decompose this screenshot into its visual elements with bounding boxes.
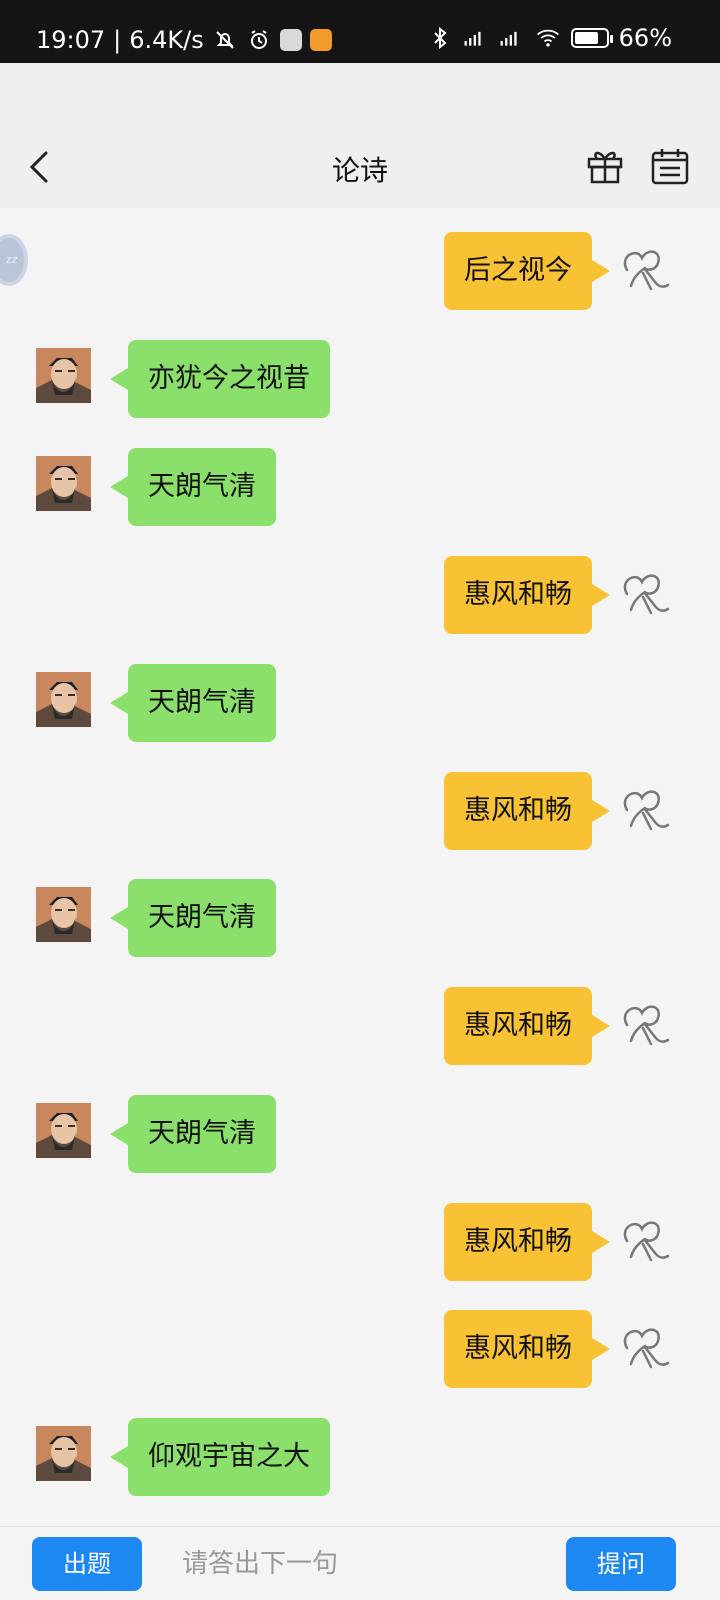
message-row: 惠风和畅 xyxy=(0,556,720,646)
message-bubble[interactable]: 惠风和畅 xyxy=(444,772,610,850)
status-right: 66% xyxy=(427,24,672,52)
message-row: 惠风和畅 xyxy=(0,1310,720,1400)
answer-input[interactable] xyxy=(162,1537,554,1591)
user-avatar-icon[interactable] xyxy=(618,564,672,622)
network-speed: 6.4K/s xyxy=(129,26,204,54)
message-bubble[interactable]: 惠风和畅 xyxy=(444,1203,610,1281)
user-avatar-icon[interactable] xyxy=(618,1318,672,1376)
calendar-icon[interactable] xyxy=(650,147,690,187)
chat-list: 后之视今 亦犹今之视昔 天朗气清 惠风和畅 天朗气清 惠风和畅 天朗气清 惠风和畅 天朗气清 惠风… xyxy=(0,208,720,1526)
user-avatar-icon[interactable] xyxy=(618,1211,672,1269)
poet-avatar[interactable] xyxy=(36,1103,91,1158)
signal-hd-icon-2 xyxy=(499,25,525,51)
message-row: 后之视今 xyxy=(0,232,720,322)
message-row: 惠风和畅 xyxy=(0,987,720,1077)
mute-bell-icon xyxy=(212,27,238,53)
message-bubble[interactable]: 天朗气清 xyxy=(110,664,276,742)
message-row: 亦犹今之视昔 xyxy=(0,340,720,430)
header: 论诗 xyxy=(0,63,720,208)
message-bubble[interactable]: 天朗气清 xyxy=(110,448,276,526)
battery-percent: 66% xyxy=(618,24,672,52)
app-badge-icon xyxy=(279,29,302,51)
battery-icon xyxy=(570,28,613,48)
message-bubble[interactable]: 仰观宇宙之大 xyxy=(110,1418,330,1496)
status-separator: | xyxy=(113,26,122,54)
message-bubble[interactable]: 后之视今 xyxy=(444,232,610,310)
poet-avatar[interactable] xyxy=(36,672,91,727)
status-time: 19:07 xyxy=(36,26,106,54)
poet-avatar[interactable] xyxy=(36,1426,91,1481)
message-row: 惠风和畅 xyxy=(0,1203,720,1293)
user-avatar-icon[interactable] xyxy=(618,780,672,838)
gift-icon[interactable] xyxy=(586,147,624,185)
message-bubble[interactable]: 天朗气清 xyxy=(110,1095,276,1173)
bluetooth-icon xyxy=(427,25,453,51)
message-row: 天朗气清 xyxy=(0,1095,720,1185)
message-row: 天朗气清 xyxy=(0,448,720,538)
message-bubble[interactable]: 惠风和畅 xyxy=(444,1310,610,1388)
message-bubble[interactable]: 天朗气清 xyxy=(110,879,276,957)
ask-button[interactable]: 提问 xyxy=(566,1537,676,1591)
status-bar: 19:07 | 6.4K/s 66% xyxy=(0,0,720,63)
poet-avatar[interactable] xyxy=(36,348,91,403)
message-bubble[interactable]: 惠风和畅 xyxy=(444,987,610,1065)
message-row: 惠风和畅 xyxy=(0,772,720,862)
message-row: 天朗气清 xyxy=(0,879,720,969)
alarm-icon xyxy=(246,27,272,53)
status-left: 19:07 | 6.4K/s xyxy=(36,26,332,54)
wifi-icon xyxy=(535,25,561,51)
signal-hd-icon xyxy=(463,25,489,51)
message-row: 仰观宇宙之大 xyxy=(0,1418,720,1508)
app-badge-orange-icon xyxy=(309,29,332,51)
user-avatar-icon[interactable] xyxy=(618,995,672,1053)
message-row: 天朗气清 xyxy=(0,664,720,754)
message-bubble[interactable]: 惠风和畅 xyxy=(444,556,610,634)
poet-avatar[interactable] xyxy=(36,456,91,511)
bottom-bar: 出题 提问 xyxy=(0,1526,720,1600)
poet-avatar[interactable] xyxy=(36,887,91,942)
question-button[interactable]: 出题 xyxy=(32,1537,142,1591)
battery-fill xyxy=(574,32,598,44)
message-bubble[interactable]: 亦犹今之视昔 xyxy=(110,340,330,418)
user-avatar-icon[interactable] xyxy=(618,240,672,298)
